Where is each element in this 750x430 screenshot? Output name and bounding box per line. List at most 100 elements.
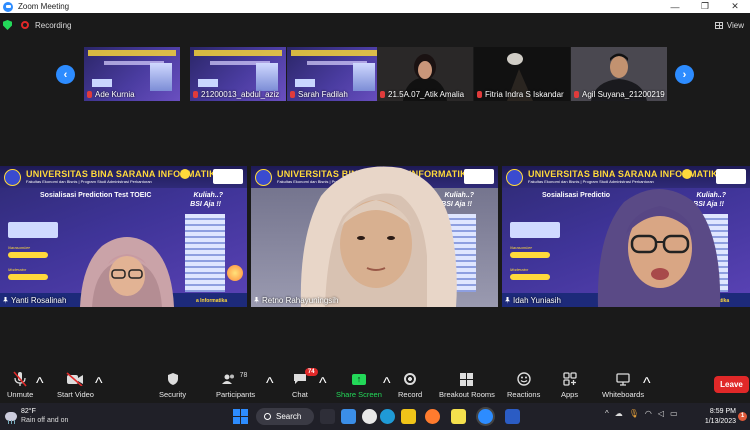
task-view-icon[interactable] (320, 409, 335, 424)
university-logo-icon (506, 169, 523, 186)
breakout-rooms-button[interactable]: Breakout Rooms (439, 371, 495, 399)
participant-name: Yanti Rosalinah (3, 296, 66, 305)
mic-off-icon (13, 371, 27, 387)
share-screen-icon: ↑ (351, 371, 366, 387)
security-label: Security (159, 390, 187, 399)
security-button[interactable]: Security (159, 371, 186, 399)
system-tray: ^ ☁ 🎙 ◠ ◁ ▭ (605, 409, 678, 418)
participant-name: 21200013_abdul_aziz (193, 90, 279, 99)
reactions-icon (516, 371, 531, 387)
slide-moderator: Moderator (8, 267, 27, 272)
whiteboards-label: Whiteboards (602, 390, 645, 399)
audio-options-chevron-icon[interactable]: ^ (36, 375, 44, 393)
kampus-merdeka-logo-icon (716, 169, 746, 184)
mic-muted-icon (380, 91, 385, 98)
shield-icon (167, 371, 179, 387)
slide-date-card (510, 222, 560, 238)
view-button[interactable]: View (714, 21, 744, 30)
thumbnail-abdul-aziz[interactable]: 21200013_abdul_aziz (190, 47, 286, 101)
clock-time: 8:59 PM (709, 408, 736, 415)
close-button[interactable]: ✕ (720, 0, 750, 13)
notification-badge[interactable]: 1 (738, 412, 747, 421)
encryption-shield-icon[interactable] (3, 20, 12, 30)
word-icon[interactable] (505, 409, 520, 424)
university-logo-icon (4, 169, 21, 186)
firefox-icon[interactable] (425, 409, 440, 424)
start-video-label: Start Video (57, 390, 94, 399)
wifi-icon[interactable]: ◠ (645, 409, 652, 418)
weather-temperature: 82°F (21, 408, 36, 415)
kampus-merdeka-logo-icon (464, 169, 494, 184)
thumbnail-atik-amalia[interactable]: 21.5A.07_Atik Amalia (377, 47, 473, 101)
windows-taskbar: 82°F Rain off and on Search ^ ☁ 🎙 ◠ ◁ ▭ … (0, 403, 750, 430)
recording-icon (21, 21, 29, 29)
chat-label: Chat (292, 390, 308, 399)
widgets-icon[interactable] (341, 409, 356, 424)
restore-button[interactable]: ❐ (690, 0, 720, 13)
file-explorer-icon[interactable] (401, 409, 416, 424)
mic-muted-icon (87, 91, 92, 98)
zoom-app-icon (3, 1, 13, 12)
taskbar-clock[interactable]: 8:59 PM 1/13/2023 (700, 407, 736, 427)
apps-label: Apps (561, 390, 579, 399)
decorative-orb (227, 265, 243, 281)
strip-prev-button[interactable]: ‹ (56, 65, 75, 84)
chevron-up-icon[interactable]: ^ (605, 409, 609, 418)
slide-university: UNIVERSITAS BINA SARANA INFORMATIKA (528, 169, 725, 179)
mic-muted-icon (290, 91, 295, 98)
start-video-button[interactable]: Start Video (57, 371, 94, 399)
battery-icon[interactable]: ▭ (670, 409, 678, 418)
record-button[interactable]: Record (398, 371, 422, 399)
participant-video (300, 166, 457, 307)
windows-start-icon[interactable] (233, 409, 248, 424)
clock-date: 1/13/2023 (704, 418, 736, 425)
slide-footer: a Informatika (196, 298, 228, 304)
participant-name: Idah Yuniasih (505, 296, 561, 305)
zoom-taskbar-icon[interactable] (478, 409, 493, 424)
video-tile-idah-yuniasih[interactable]: UNIVERSITAS BINA SARANA INFORMATIKA Faku… (502, 166, 750, 307)
pin-icon (254, 297, 259, 304)
participants-options-chevron-icon[interactable]: ^ (266, 375, 274, 393)
sticky-notes-icon[interactable] (451, 409, 466, 424)
slide-faculty: Fakultas Ekonomi dan Bisnis | Program St… (26, 179, 152, 184)
strip-next-button[interactable]: › (675, 65, 694, 84)
slide-headline: Sosialisasi Prediction Test TOEIC (40, 192, 152, 199)
microphone-icon[interactable]: 🎙 (629, 409, 639, 418)
breakout-rooms-icon (460, 371, 474, 387)
thumbnail-ade-kurnia[interactable]: Ade Kurnia (84, 47, 180, 101)
volume-icon[interactable]: ◁ (658, 409, 664, 418)
unmute-button[interactable]: Unmute (7, 371, 33, 399)
leave-button[interactable]: Leave (714, 376, 749, 393)
video-tile-yanti-rosalinah[interactable]: UNIVERSITAS BINA SARANA INFORMATIKA Faku… (0, 166, 247, 307)
participants-label: Participants (216, 390, 256, 399)
onedrive-cloud-icon[interactable]: ☁ (615, 409, 623, 418)
apps-button[interactable]: Apps (561, 371, 578, 399)
participants-count: 78 (239, 372, 248, 379)
thumbnail-sarah-fadilah[interactable]: Sarah Fadilah (287, 47, 383, 101)
slide-moderator: Moderator (510, 267, 529, 272)
building-graphic (185, 214, 225, 292)
rain-cloud-icon (5, 411, 17, 424)
video-tile-retno-rahayuningsih[interactable]: UNIVERSITAS BINA SARANA INFORMATIKA Faku… (251, 166, 498, 307)
share-options-chevron-icon[interactable]: ^ (383, 375, 391, 393)
taskbar-search[interactable]: Search (256, 408, 314, 425)
video-options-chevron-icon[interactable]: ^ (95, 375, 103, 393)
chat-button[interactable]: 74 Chat (292, 368, 318, 399)
grid-icon (714, 21, 723, 29)
minimize-button[interactable]: — (660, 0, 690, 13)
thumbnail-fitria-indra[interactable]: Fitria Indra S Iskandar (474, 47, 570, 101)
thumbnail-agil-suyana[interactable]: Agil Suyana_21200219 (571, 47, 667, 101)
weather-widget[interactable]: 82°F Rain off and on (5, 407, 68, 425)
chat-options-chevron-icon[interactable]: ^ (319, 375, 327, 393)
whiteboards-options-chevron-icon[interactable]: ^ (643, 375, 651, 393)
accreditation-logo-icon (682, 169, 692, 179)
weather-condition: Rain off and on (21, 417, 69, 424)
participants-button[interactable]: 78 Participants (216, 371, 255, 399)
edge-icon[interactable] (380, 409, 395, 424)
chrome-icon[interactable] (362, 409, 377, 424)
breakout-rooms-label: Breakout Rooms (439, 390, 495, 399)
whiteboards-button[interactable]: Whiteboards (602, 371, 644, 399)
reactions-button[interactable]: Reactions (507, 371, 540, 399)
share-screen-button[interactable]: ↑ Share Screen (336, 371, 382, 399)
record-icon (404, 371, 417, 387)
